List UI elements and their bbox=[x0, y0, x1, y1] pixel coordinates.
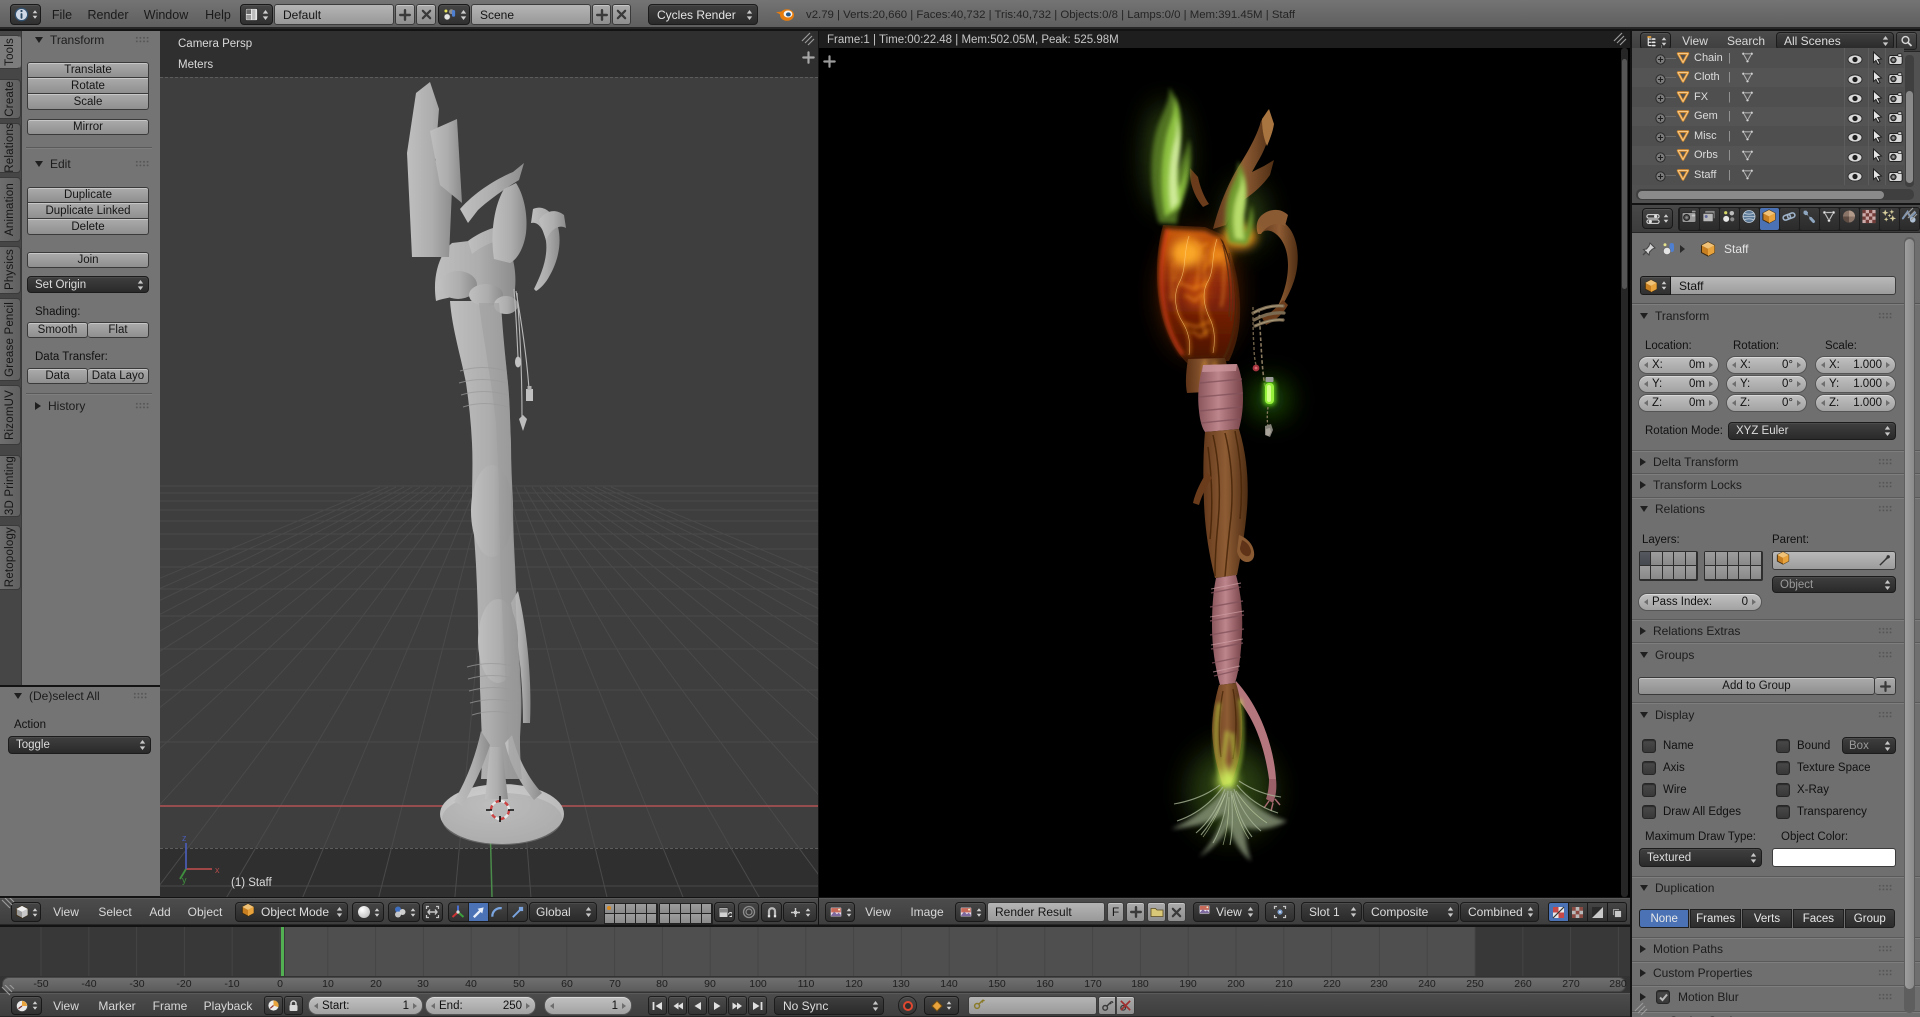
svg-text:y: y bbox=[182, 875, 187, 885]
svg-text:x: x bbox=[215, 865, 220, 875]
svg-text:z: z bbox=[182, 833, 187, 843]
